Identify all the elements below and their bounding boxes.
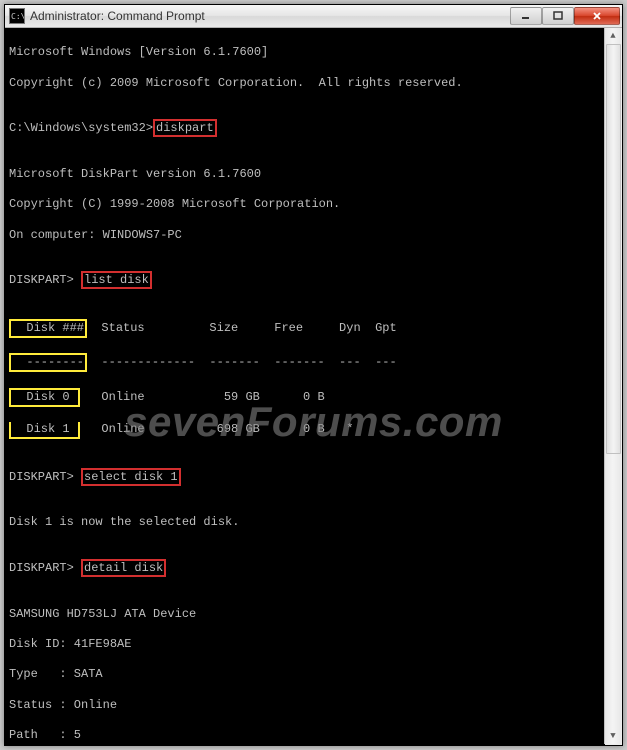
titlebar[interactable]: C:\ Administrator: Command Prompt [5,5,622,28]
disk-table-sep: -------- ------------- ------- ------- -… [9,353,601,372]
scroll-up-arrow[interactable]: ▲ [606,28,621,44]
disk-table-row: Disk 1 Online 698 GB 0 B * [9,422,601,439]
console-line: Microsoft DiskPart version 6.1.7600 [9,167,601,182]
vertical-scrollbar[interactable]: ▲ ▼ [604,28,621,744]
cmd-detail-disk: detail disk [81,559,166,577]
console-line: Disk 1 is now the selected disk. [9,515,601,530]
cmd-list-disk: list disk [81,271,152,289]
console-line: Microsoft Windows [Version 6.1.7600] [9,45,601,60]
window-title: Administrator: Command Prompt [30,9,505,23]
minimize-button[interactable] [510,7,542,25]
console-line: DISKPART> select disk 1 [9,470,601,485]
console-line: DISKPART> list disk [9,273,601,288]
scroll-thumb[interactable] [606,44,621,454]
console-line: SAMSUNG HD753LJ ATA Device [9,607,601,622]
console-line: Copyright (C) 1999-2008 Microsoft Corpor… [9,197,601,212]
close-button[interactable] [574,7,620,25]
console-line: On computer: WINDOWS7-PC [9,228,601,243]
console-output[interactable]: Microsoft Windows [Version 6.1.7600] Cop… [5,28,622,745]
scroll-track[interactable] [606,44,621,728]
console-line: DISKPART> detail disk [9,561,601,576]
window-buttons [510,7,620,25]
console-line: Path : 5 [9,728,601,743]
scroll-down-arrow[interactable]: ▼ [606,728,621,744]
console-line: Status : Online [9,698,601,713]
cmd-select-disk: select disk 1 [81,468,181,486]
console-line: Disk ID: 41FE98AE [9,637,601,652]
disk-table-row: Disk 0 Online 59 GB 0 B [9,388,601,407]
disk-table-header: Disk ### Status Size Free Dyn Gpt [9,319,601,338]
console-line: C:\Windows\system32>diskpart [9,121,601,136]
cmd-icon: C:\ [9,8,25,24]
command-prompt-window: C:\ Administrator: Command Prompt Micros… [4,4,623,746]
console-line: Copyright (c) 2009 Microsoft Corporation… [9,76,601,91]
maximize-button[interactable] [542,7,574,25]
console-line: Type : SATA [9,667,601,682]
cmd-diskpart: diskpart [153,119,217,137]
